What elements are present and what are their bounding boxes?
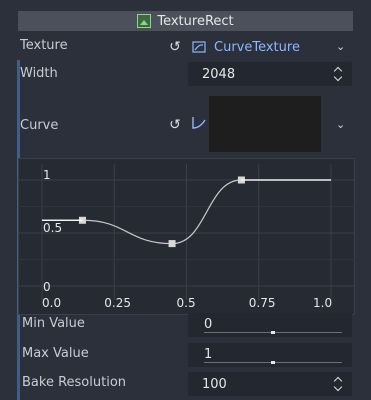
curve-control-point[interactable] (168, 240, 176, 248)
y-tick-label: 0 (43, 280, 51, 294)
bake-resolution-value: 100 (202, 376, 227, 392)
reset-texture-icon[interactable]: ↺ (168, 40, 182, 54)
x-tick-label: 0.25 (104, 296, 131, 310)
max-value-grabber[interactable] (271, 361, 275, 364)
curve-resource-icon (192, 117, 206, 129)
texture-label: Texture (20, 38, 68, 53)
header-title: TextureRect (157, 13, 234, 29)
texture-row: Texture ↺ CurveTexture ⌄ (18, 36, 353, 58)
x-tick-label: 1.0 (313, 296, 333, 310)
texture-dropdown-chevron-icon[interactable]: ⌄ (336, 40, 345, 53)
texture-resource-picker[interactable]: CurveTexture (186, 36, 353, 58)
texture-value: CurveTexture (214, 39, 300, 55)
texture-rect-icon (137, 14, 152, 28)
curve-preview[interactable] (209, 96, 321, 152)
inspector-header: TextureRect (18, 11, 353, 31)
min-value-label: Min Value (22, 316, 85, 331)
max-value-slider[interactable]: 1 (188, 343, 352, 367)
min-value-slider[interactable]: 0 (188, 313, 352, 337)
width-row: Width 2048 (18, 62, 353, 86)
reset-curve-icon[interactable]: ↺ (168, 118, 182, 132)
width-label: Width (20, 66, 58, 81)
x-tick-label: 0.0 (42, 296, 62, 310)
min-value-grabber[interactable] (271, 331, 275, 334)
bake-resolution-row: Bake Resolution 100 (18, 372, 353, 396)
y-tick-label: 1 (43, 168, 51, 182)
curve-editor-canvas[interactable] (18, 158, 355, 315)
y-tick-label: 0.5 (43, 221, 63, 235)
bake-resolution-stepper-icon[interactable] (334, 377, 344, 391)
width-stepper-icon[interactable] (334, 67, 344, 81)
max-value-value: 1 (204, 347, 213, 362)
curve-dropdown-chevron-icon[interactable]: ⌄ (336, 118, 345, 131)
width-spinbox[interactable]: 2048 (188, 62, 352, 86)
curve-texture-icon (192, 41, 206, 53)
max-value-label: Max Value (22, 346, 89, 361)
width-value: 2048 (202, 66, 236, 82)
min-value-value: 0 (204, 317, 213, 332)
bake-resolution-label: Bake Resolution (22, 375, 127, 390)
x-tick-label: 0.5 (176, 296, 196, 310)
curve-label: Curve (20, 118, 59, 133)
bake-resolution-spinbox[interactable]: 100 (188, 372, 352, 396)
x-tick-label: 0.75 (248, 296, 276, 310)
